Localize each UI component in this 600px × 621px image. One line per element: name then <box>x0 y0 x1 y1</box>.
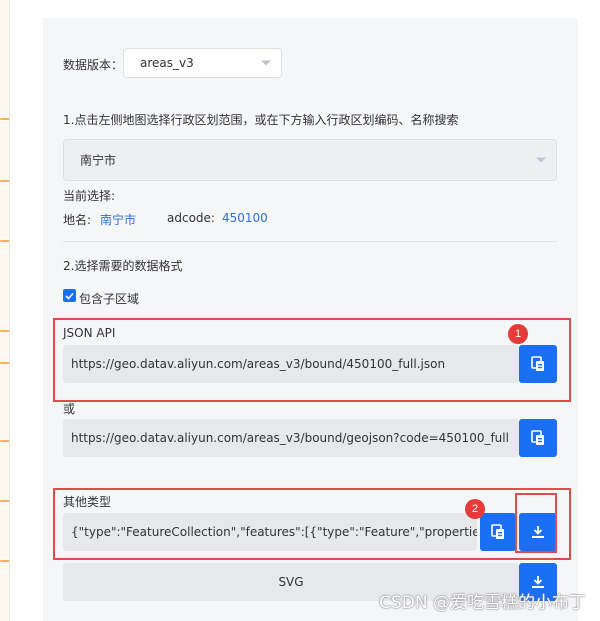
map-line <box>0 500 9 502</box>
annotation-box-json-api <box>53 318 571 402</box>
chevron-down-icon <box>536 157 546 163</box>
copy-alt-button[interactable] <box>519 419 557 457</box>
adcode-value: 450100 <box>222 211 268 225</box>
chevron-down-icon <box>261 60 271 66</box>
map-line <box>0 362 9 364</box>
map-line <box>0 240 9 242</box>
step1-instruction: 1.点击左侧地图选择行政区划范围，或在下方输入行政区划编码、名称搜索 <box>63 113 459 127</box>
place-name-label: 地名: <box>63 213 92 227</box>
geojson-api-url-text: https://geo.datav.aliyun.com/areas_v3/bo… <box>71 431 509 445</box>
include-children-label: 包含子区域 <box>79 292 140 306</box>
map-edge[interactable] <box>0 0 10 621</box>
section-divider <box>63 241 557 242</box>
map-line <box>0 118 9 120</box>
include-children-checkbox[interactable] <box>63 289 76 302</box>
map-line <box>0 180 9 182</box>
current-selection-label: 当前选择: <box>63 189 116 203</box>
region-search-select[interactable]: 南宁市 <box>63 139 557 181</box>
place-name-value: 南宁市 <box>100 213 137 227</box>
svg-label: SVG <box>278 575 304 589</box>
version-label: 数据版本： <box>63 58 124 72</box>
version-select-value: areas_v3 <box>140 56 194 70</box>
map-line <box>0 440 9 442</box>
annotation-box-other-types <box>53 488 571 560</box>
region-select-value: 南宁市 <box>80 153 117 168</box>
geojson-api-url-field[interactable]: https://geo.datav.aliyun.com/areas_v3/bo… <box>63 419 519 457</box>
or-label: 或 <box>63 402 76 416</box>
watermark: CSDN @爱吃雪糕的小布丁 <box>379 593 586 613</box>
copy-icon <box>531 430 544 445</box>
annotation-box-download <box>515 493 557 553</box>
map-line <box>0 330 9 332</box>
annotation-badge-2: 2 <box>465 499 485 519</box>
download-icon <box>532 576 544 588</box>
step2-instruction: 2.选择需要的数据格式 <box>63 259 183 273</box>
check-icon <box>65 292 74 300</box>
map-line <box>0 560 9 562</box>
version-select[interactable]: areas_v3 <box>123 48 282 78</box>
adcode-label: adcode: <box>167 211 215 225</box>
annotation-badge-1: 1 <box>508 324 528 344</box>
